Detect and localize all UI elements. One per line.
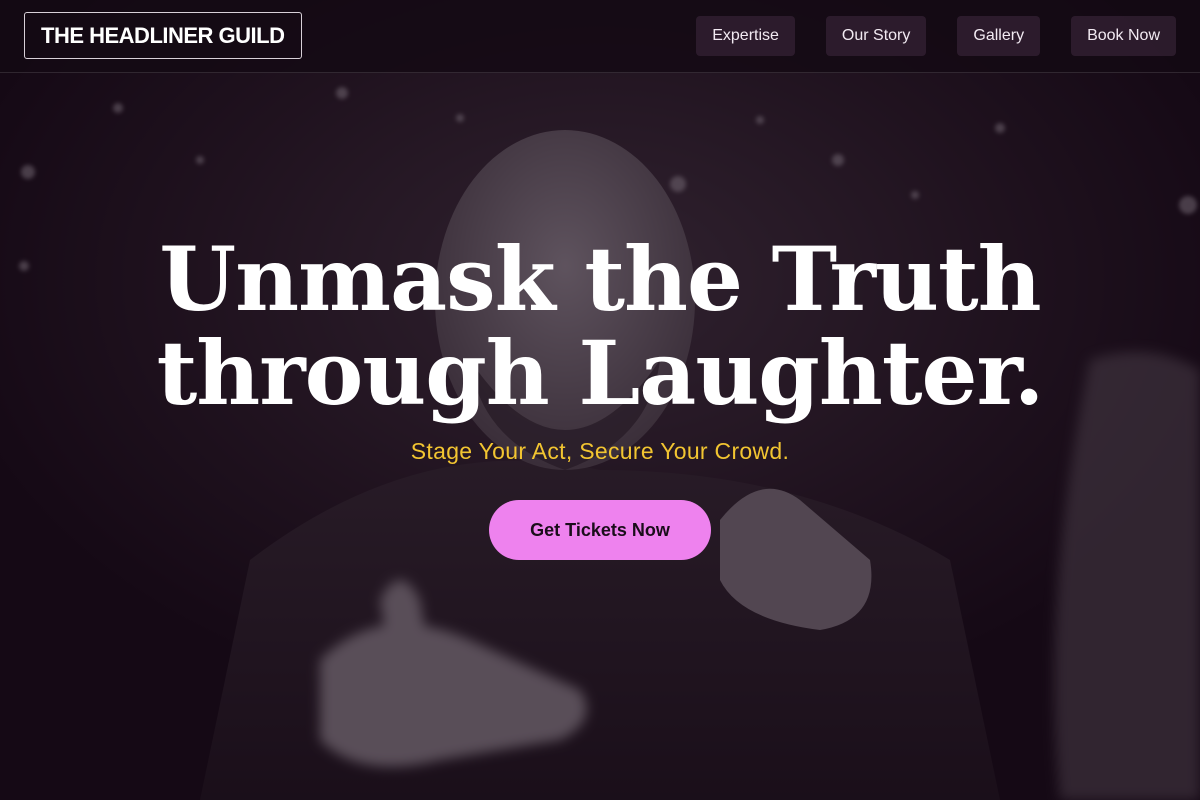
hero-title-line-2: through Laughter. bbox=[156, 321, 1045, 425]
get-tickets-button[interactable]: Get Tickets Now bbox=[489, 500, 711, 560]
hero-title-line-1: Unmask the Truth bbox=[159, 227, 1041, 331]
site-header: THE HEADLINER GUILD Expertise Our Story … bbox=[0, 0, 1200, 73]
hero-tagline: Stage Your Act, Secure Your Crowd. bbox=[410, 438, 790, 464]
nav-link-gallery[interactable]: Gallery bbox=[957, 16, 1041, 56]
hero-section: Unmask the Truth through Laughter. Stage… bbox=[0, 232, 1200, 560]
nav-link-expertise[interactable]: Expertise bbox=[696, 16, 795, 56]
hero-title: Unmask the Truth through Laughter. bbox=[0, 232, 1200, 420]
nav-link-book-now[interactable]: Book Now bbox=[1071, 16, 1176, 56]
main-nav: Expertise Our Story Gallery Book Now bbox=[696, 16, 1176, 56]
site-logo[interactable]: THE HEADLINER GUILD bbox=[24, 12, 302, 59]
nav-link-our-story[interactable]: Our Story bbox=[825, 16, 927, 56]
